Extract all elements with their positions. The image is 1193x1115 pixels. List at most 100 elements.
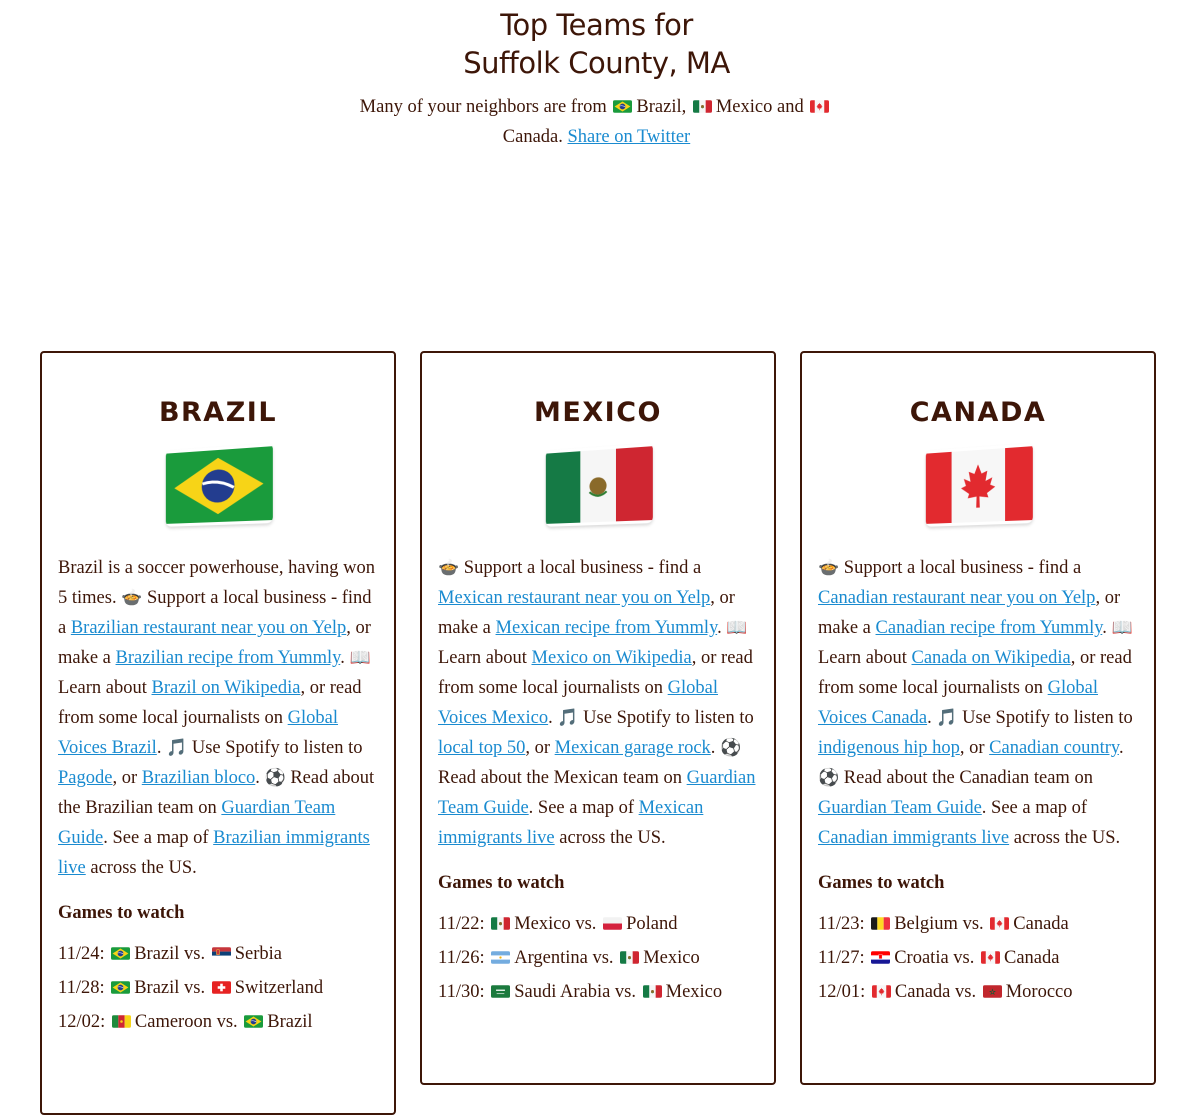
book-icon: 📖 [726,618,748,638]
bowl-icon: 🍲 [438,558,460,578]
guardian-team-guide-link[interactable]: Guardian Team Guide [818,798,982,818]
game-item: 11/24: Brazil vs. Serbia [58,937,378,971]
game-team-1: Saudi Arabia [514,982,611,1002]
brazil-flag-icon [244,1015,263,1028]
text: . [710,738,716,758]
text: . [156,738,162,758]
game-team-1: Croatia [894,948,949,968]
recipe-yummly-link[interactable]: Mexican recipe from Yummly [496,618,718,638]
brazil-flag-icon [111,947,130,960]
recipe-yummly-link[interactable]: Canadian recipe from Yummly [876,618,1103,638]
text: Learn about [438,648,527,668]
canada-flag-icon [990,917,1009,930]
game-team-2: Mexico [665,982,723,1002]
text: Learn about [58,678,147,698]
restaurant-yelp-link[interactable]: Canadian restaurant near you on Yelp [818,588,1095,608]
game-vs: vs. [962,914,984,934]
card-mexico: MEXICO 🍲 Support a local business - find… [420,351,776,1085]
card-description: Brazil is a soccer powerhouse, having wo… [58,553,378,883]
game-team-1: Brazil [134,944,180,964]
game-team-1: Argentina [514,948,588,968]
canada-flag-icon [810,100,829,113]
spotify-link-2[interactable]: Canadian country [989,738,1119,758]
immigrants-map-link[interactable]: Canadian immigrants live [818,828,1009,848]
text: . [717,618,722,638]
game-team-2: Serbia [234,944,283,964]
game-date: 12/01: [818,982,866,1002]
game-team-1: Canada [894,982,951,1002]
game-date: 11/27: [818,948,865,968]
game-team-2: Canada [1004,948,1060,968]
brazil-flag-icon [613,100,632,113]
text: . [1102,618,1107,638]
game-item: 11/28: Brazil vs. Switzerland [58,971,378,1005]
spotify-link-1[interactable]: local top 50 [438,738,525,758]
page-header: Top Teams for Suffolk County, MA Many of… [0,0,1193,152]
games-list: 11/23: Belgium vs. Canada 11/27: Croatia… [818,907,1138,1009]
card-country-name: CANADA [909,397,1047,428]
belgium-flag-icon [871,917,890,930]
card-canada: CANADA 🍲 Support a local business - find… [800,351,1156,1085]
text: . [1118,738,1124,758]
text: Learn about [818,648,907,668]
game-team-2: Canada [1013,914,1069,934]
music-icon: 🎵 [166,738,188,758]
game-team-2: Poland [626,914,678,934]
summary-and: and [777,97,804,117]
spotify-link-1[interactable]: Pagode [58,768,112,788]
book-icon: 📖 [1111,618,1133,638]
soccer-ball-icon: ⚽ [720,738,742,758]
game-item: 11/26: Argentina vs. Mexico [438,941,758,975]
game-date: 11/26: [438,948,485,968]
restaurant-yelp-link[interactable]: Brazilian restaurant near you on Yelp [71,618,346,638]
recipe-yummly-link[interactable]: Brazilian recipe from Yummly [116,648,341,668]
game-date: 11/28: [58,978,105,998]
game-date: 11/30: [438,982,485,1002]
summary-country-1: Brazil [636,97,682,117]
mexico-flag-icon [491,917,510,930]
team-cards: BRAZIL Brazil is a soccer powerhouse, ha… [0,152,1193,1115]
title-line-2: Suffolk County, MA [463,46,730,80]
summary-intro: Many of your neighbors are from [359,97,607,117]
wikipedia-link[interactable]: Mexico on Wikipedia [532,648,692,668]
text: across the US. [1013,828,1121,848]
game-team-1: Belgium [894,914,958,934]
game-item: 12/01: Canada vs. Morocco [818,975,1138,1009]
text: Read about the Canadian team on [843,768,1093,788]
croatia-flag-icon [871,951,890,964]
text: . See a map of [981,798,1088,818]
text: . [340,648,345,668]
restaurant-yelp-link[interactable]: Mexican restaurant near you on Yelp [438,588,710,608]
text: Use Spotify to listen to [191,738,363,758]
text: , or [525,738,551,758]
spotify-link-2[interactable]: Brazilian bloco [142,768,256,788]
argentina-flag-icon [491,951,510,964]
share-on-twitter-link[interactable]: Share on Twitter [568,127,691,147]
game-vs: vs. [592,948,614,968]
text: . [927,708,932,728]
neighbors-summary: Many of your neighbors are from Brazil, … [332,92,862,152]
game-team-1: Brazil [134,978,180,998]
text: Read about the Mexican team on [438,768,683,788]
card-description: 🍲 Support a local business - find a Mexi… [438,553,758,853]
games-list: 11/24: Brazil vs. Serbia 11/28: Brazil v… [58,937,378,1039]
text: Support a local business - find a [843,558,1082,578]
music-icon: 🎵 [557,708,579,728]
text: . [255,768,260,788]
text: , or [112,768,138,788]
wikipedia-link[interactable]: Canada on Wikipedia [912,648,1071,668]
spotify-link-1[interactable]: indigenous hip hop [818,738,960,758]
game-vs: vs. [953,948,975,968]
game-vs: vs. [955,982,977,1002]
game-vs: vs. [575,914,597,934]
card-brazil: BRAZIL Brazil is a soccer powerhouse, ha… [40,351,396,1115]
game-vs: vs. [184,978,206,998]
game-team-1: Mexico [514,914,571,934]
spotify-link-2[interactable]: Mexican garage rock [555,738,711,758]
wikipedia-link[interactable]: Brazil on Wikipedia [152,678,301,698]
music-icon: 🎵 [936,708,958,728]
text: , or [959,738,985,758]
mexico-flag-icon [643,985,662,998]
soccer-ball-icon: ⚽ [818,768,840,788]
morocco-flag-icon [983,985,1002,998]
